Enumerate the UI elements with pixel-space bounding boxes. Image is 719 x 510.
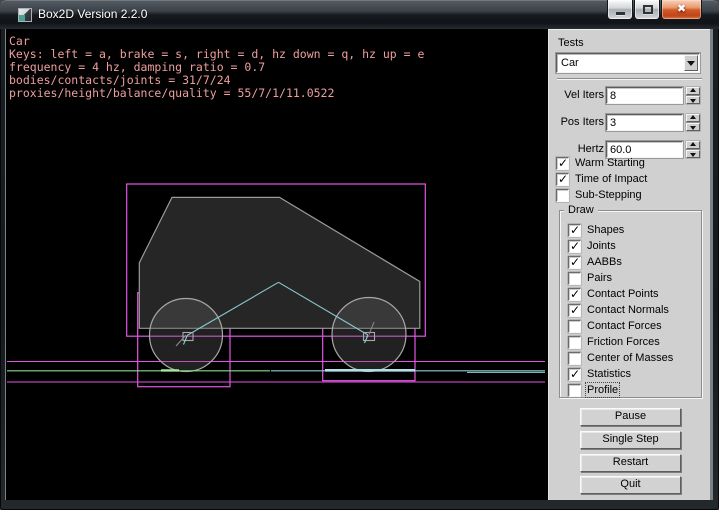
- maximize-icon: [643, 5, 653, 14]
- pos-iters-spinner: [686, 114, 700, 131]
- app-window: Box2D Version 2.2.0 ✖: [0, 0, 719, 510]
- checkbox-label: Shapes: [587, 224, 624, 236]
- arrow-up-icon: [690, 115, 696, 119]
- arrow-up-icon: [690, 88, 696, 92]
- hud-stats-line: proxies/height/balance/quality = 55/7/1/…: [9, 87, 334, 100]
- checkbox-label: Warm Starting: [575, 157, 645, 169]
- checkbox-row-aabbs[interactable]: AABBs: [568, 255, 622, 269]
- tests-dropdown[interactable]: Car: [556, 53, 700, 73]
- checkbox-row-time-of-impact[interactable]: Time of Impact: [556, 172, 647, 186]
- checkbox-checked-icon[interactable]: [568, 304, 581, 317]
- field-label: Vel Iters: [549, 89, 604, 101]
- checkbox-label: AABBs: [587, 256, 622, 268]
- draw-group-box: Draw ShapesJointsAABBsPairsContact Point…: [559, 210, 702, 398]
- pos-iters-input[interactable]: 3: [606, 114, 683, 131]
- simulation-viewport[interactable]: CarKeys: left = a, brake = s, right = d,…: [6, 29, 548, 500]
- spinner-down-button[interactable]: [686, 123, 700, 131]
- checkbox-checked-icon[interactable]: [556, 157, 569, 170]
- arrow-down-icon: [690, 126, 696, 130]
- window-title: Box2D Version 2.2.0: [38, 7, 147, 21]
- single-step-button[interactable]: Single Step: [580, 431, 681, 449]
- spinner-down-button[interactable]: [686, 150, 700, 158]
- checkbox-row-statistics[interactable]: Statistics: [568, 367, 631, 381]
- caption-buttons: ✖: [607, 0, 702, 20]
- checkbox-checked-icon[interactable]: [556, 173, 569, 186]
- checkbox-label: Joints: [587, 240, 616, 252]
- arrow-up-icon: [690, 142, 696, 146]
- quit-button[interactable]: Quit: [580, 476, 681, 494]
- tests-label: Tests: [558, 37, 584, 49]
- checkbox-label: Center of Masses: [587, 352, 673, 364]
- checkbox-checked-icon[interactable]: [568, 240, 581, 253]
- checkbox-row-warm-starting[interactable]: Warm Starting: [556, 156, 645, 170]
- checkbox-checked-icon[interactable]: [568, 368, 581, 381]
- draw-group-title: Draw: [564, 204, 598, 216]
- spinner-up-button[interactable]: [686, 114, 700, 122]
- checkbox-label: Statistics: [587, 368, 631, 380]
- checkbox-unchecked-icon[interactable]: [556, 189, 569, 202]
- checkbox-unchecked-icon[interactable]: [568, 336, 581, 349]
- arrow-down-icon: [690, 99, 696, 103]
- tests-dropdown-arrow-button[interactable]: [684, 55, 698, 71]
- app-icon-detail: [19, 15, 25, 21]
- close-icon: ✖: [662, 2, 701, 15]
- checkbox-row-contact-points[interactable]: Contact Points: [568, 287, 659, 301]
- chevron-down-icon: [687, 61, 695, 66]
- checkbox-row-profile[interactable]: Profile: [568, 383, 618, 397]
- spinner-up-button[interactable]: [686, 87, 700, 95]
- checkbox-row-sub-stepping[interactable]: Sub-Stepping: [556, 188, 642, 202]
- checkbox-row-shapes[interactable]: Shapes: [568, 223, 624, 237]
- checkbox-row-center-of-masses[interactable]: Center of Masses: [568, 351, 673, 365]
- checkbox-unchecked-icon[interactable]: [568, 384, 581, 397]
- checkbox-label: Sub-Stepping: [575, 189, 642, 201]
- checkbox-label: Contact Points: [587, 288, 659, 300]
- checkbox-row-contact-forces[interactable]: Contact Forces: [568, 319, 662, 333]
- close-button[interactable]: ✖: [661, 0, 702, 20]
- checkbox-label: Contact Normals: [587, 304, 669, 316]
- checkbox-row-joints[interactable]: Joints: [568, 239, 616, 253]
- minimize-icon: [616, 12, 625, 15]
- spinner-up-button[interactable]: [686, 141, 700, 149]
- checkbox-label: Contact Forces: [587, 320, 662, 332]
- field-label: Pos Iters: [549, 116, 604, 128]
- checkbox-row-friction-forces[interactable]: Friction Forces: [568, 335, 660, 349]
- checkbox-label: Pairs: [587, 272, 612, 284]
- vel-iters-input[interactable]: 8: [606, 87, 683, 104]
- checkbox-unchecked-icon[interactable]: [568, 352, 581, 365]
- app-icon[interactable]: [18, 8, 32, 22]
- vel-iters-spinner: [686, 87, 700, 104]
- checkbox-checked-icon[interactable]: [568, 288, 581, 301]
- checkbox-row-pairs[interactable]: Pairs: [568, 271, 612, 285]
- checkbox-unchecked-icon[interactable]: [568, 320, 581, 333]
- restart-button[interactable]: Restart: [580, 454, 681, 472]
- checkbox-unchecked-icon[interactable]: [568, 272, 581, 285]
- client-area: CarKeys: left = a, brake = s, right = d,…: [5, 29, 713, 500]
- tests-dropdown-value: Car: [561, 57, 579, 69]
- hertz-spinner: [686, 141, 700, 158]
- pause-button[interactable]: Pause: [580, 408, 681, 426]
- checkbox-label: Profile: [587, 384, 618, 396]
- checkbox-label: Time of Impact: [575, 173, 647, 185]
- title-bar[interactable]: Box2D Version 2.2.0 ✖: [0, 0, 719, 29]
- arrow-down-icon: [690, 153, 696, 157]
- checkbox-label: Friction Forces: [587, 336, 660, 348]
- maximize-button[interactable]: [634, 0, 660, 20]
- checkbox-row-contact-normals[interactable]: Contact Normals: [568, 303, 669, 317]
- minimize-button[interactable]: [607, 0, 633, 20]
- spinner-down-button[interactable]: [686, 96, 700, 104]
- field-label: Hertz: [549, 143, 604, 155]
- checkbox-checked-icon[interactable]: [568, 256, 581, 269]
- checkbox-checked-icon[interactable]: [568, 224, 581, 237]
- control-panel: Tests Car Vel Iters8Pos Iters3Hertz60.0 …: [548, 29, 710, 500]
- separator: [557, 78, 702, 80]
